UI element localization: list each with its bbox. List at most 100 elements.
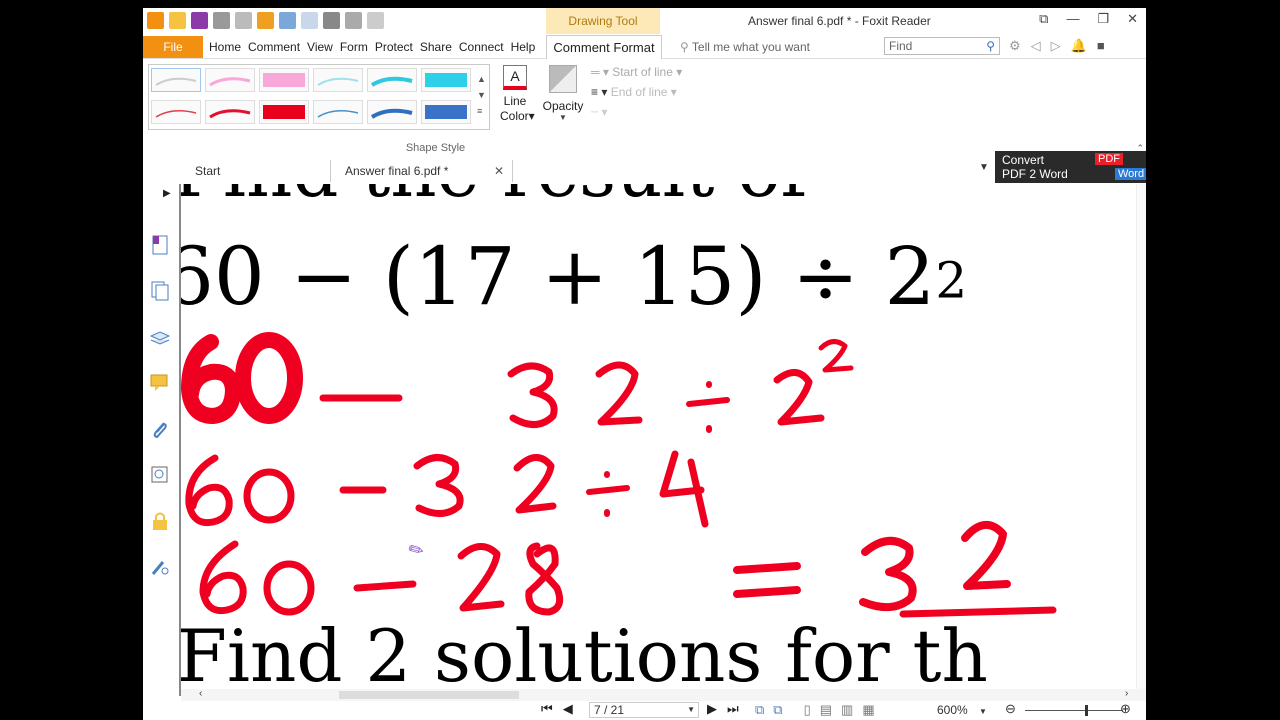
file-menu-button[interactable]: File — [143, 36, 203, 58]
minimize-button[interactable]: — — [1066, 11, 1079, 27]
gallery-scroll-arrows[interactable]: ▲ ▼ ≡ — [477, 71, 486, 119]
scroll-thumb[interactable] — [339, 691, 519, 699]
menu-home[interactable]: Home — [209, 40, 241, 54]
style-swatch[interactable] — [205, 68, 255, 92]
style-swatch[interactable] — [205, 100, 255, 124]
first-page-button[interactable]: ⏮ — [541, 701, 553, 717]
style-swatch[interactable] — [421, 100, 471, 124]
zoom-in-button[interactable]: ⊕ — [1120, 701, 1131, 717]
facing-view-icon[interactable]: ▥ — [841, 702, 853, 718]
close-button[interactable]: ✕ — [1127, 11, 1138, 27]
line-style-dropdown[interactable]: ≡ ▾ End of line ▾ — [591, 85, 721, 105]
pages-icon[interactable] — [149, 280, 171, 302]
zoom-slider[interactable] — [1025, 705, 1123, 716]
scroll-right-arrow[interactable]: › — [1125, 688, 1128, 699]
dash-style-dropdown[interactable]: ┄ ▾ — [591, 105, 721, 125]
find-input[interactable]: Find ⚲ — [884, 37, 1000, 55]
horizontal-scrollbar[interactable]: ‹ › — [181, 688, 1146, 701]
page-number-input[interactable]: 7 / 21 ▼ — [589, 702, 699, 718]
single-page-view-icon[interactable]: ▯ — [804, 702, 811, 718]
continuous-facing-view-icon[interactable]: ▦ — [862, 702, 874, 718]
tab-current-document[interactable]: Answer final 6.pdf * ✕ — [333, 160, 513, 182]
menu-protect[interactable]: Protect — [375, 40, 413, 54]
page-navigation: ⏮ ◀ — [541, 701, 573, 717]
document-page[interactable]: Find the result of 60 − (17 + 15) ÷ 22 — [181, 184, 1146, 689]
select-tool-icon[interactable] — [323, 12, 340, 29]
page-number-text: 7 / 21 — [594, 703, 625, 717]
close-tab-icon[interactable]: ✕ — [494, 160, 504, 182]
word-badge: Word — [1115, 168, 1146, 180]
redo-icon[interactable] — [301, 12, 318, 29]
style-swatch[interactable] — [151, 100, 201, 124]
handwritten-line-1 — [181, 332, 854, 433]
expand-panel-icon[interactable]: ▶ — [163, 188, 171, 199]
hand-tool-icon[interactable] — [367, 12, 384, 29]
menu-connect[interactable]: Connect — [459, 40, 504, 54]
tell-me-search[interactable]: ⚲ Tell me what you want — [680, 40, 810, 54]
page-dropdown-arrow[interactable]: ▼ — [687, 703, 695, 717]
zoom-slider-thumb[interactable] — [1085, 705, 1088, 716]
style-swatch[interactable] — [313, 100, 363, 124]
opacity-button[interactable]: Opacity ▼ — [540, 65, 586, 122]
find-placeholder: Find — [889, 39, 913, 53]
comments-icon[interactable] — [149, 372, 171, 394]
convert-line1: Convert — [1002, 153, 1045, 167]
convert-line2: PDF 2 Word — [1002, 167, 1068, 181]
line-color-button[interactable]: A Line Color▾ — [500, 65, 535, 124]
zoom-dropdown-arrow[interactable]: ▼ — [979, 707, 987, 716]
shape-style-gallery: ▲ ▼ ≡ — [148, 64, 490, 130]
layers-icon[interactable] — [149, 326, 171, 348]
notification-bell-icon[interactable]: 🔔 — [1071, 38, 1087, 54]
style-swatch[interactable] — [259, 100, 309, 124]
bookmarks-icon[interactable] — [149, 234, 171, 256]
next-result-icon[interactable]: ▷ — [1051, 38, 1061, 54]
line-color-icon: A — [503, 65, 527, 90]
style-swatch[interactable] — [151, 68, 201, 92]
next-page-button[interactable]: ▶ — [707, 701, 717, 717]
zoom-level[interactable]: 600% ▼ — [937, 703, 987, 717]
settings-icon[interactable]: ⚙ — [1009, 38, 1021, 54]
zoom-out-button[interactable]: ⊖ — [1005, 701, 1016, 717]
style-swatch[interactable] — [259, 68, 309, 92]
style-swatch[interactable] — [313, 68, 363, 92]
snapshot-icon[interactable] — [345, 12, 362, 29]
last-page-button[interactable]: ⏭ — [727, 701, 739, 717]
print-icon[interactable] — [213, 12, 230, 29]
convert-pdf-to-word-banner[interactable]: Convert PDF 2 Word PDF Word — [995, 151, 1146, 183]
accessibility-icon[interactable] — [149, 556, 171, 578]
restore-ribbon-icon[interactable]: ⧉ — [1039, 11, 1048, 27]
status-bar: ⏮ ◀ 7 / 21 ▼ ▶ ⏭ ⧉ ⧉ ▯ ▤ ▥ ▦ 600% ▼ ⊖ ⊕ — [143, 701, 1146, 720]
previous-page-button[interactable]: ◀ — [563, 701, 573, 717]
signature-icon[interactable] — [149, 464, 171, 486]
start-of-line-dropdown[interactable]: Start of line — [612, 65, 673, 79]
tab-comment-format[interactable]: Comment Format — [546, 35, 662, 59]
previous-view-icon[interactable]: ⧉ — [755, 702, 764, 718]
end-of-line-dropdown[interactable]: End of line — [611, 85, 668, 99]
attachments-icon[interactable] — [149, 418, 171, 440]
next-view-icon[interactable]: ⧉ — [773, 702, 782, 718]
search-icon[interactable]: ⚲ — [986, 38, 995, 54]
page-scroll-indicator[interactable] — [1136, 184, 1146, 689]
user-account-icon[interactable]: ■ — [1097, 38, 1105, 54]
menu-form[interactable]: Form — [340, 40, 368, 54]
maximize-button[interactable]: ❐ — [1097, 11, 1109, 27]
email-icon[interactable] — [235, 12, 252, 29]
tab-list-dropdown[interactable]: ▼ — [979, 162, 989, 173]
continuous-view-icon[interactable]: ▤ — [820, 702, 832, 718]
previous-result-icon[interactable]: ◁ — [1031, 38, 1041, 54]
menu-help[interactable]: Help — [511, 40, 536, 54]
menu-view[interactable]: View — [307, 40, 333, 54]
menu-comment[interactable]: Comment — [248, 40, 300, 54]
undo-icon[interactable] — [279, 12, 296, 29]
save-icon[interactable] — [191, 12, 208, 29]
security-lock-icon[interactable] — [149, 510, 171, 532]
line-width-dropdown[interactable]: ═ ▾ Start of line ▾ — [591, 65, 721, 85]
menu-share[interactable]: Share — [420, 40, 452, 54]
style-swatch[interactable] — [421, 68, 471, 92]
open-icon[interactable] — [169, 12, 186, 29]
scroll-left-arrow[interactable]: ‹ — [199, 688, 202, 699]
style-swatch[interactable] — [367, 100, 417, 124]
new-doc-icon[interactable] — [257, 12, 274, 29]
tab-start[interactable]: Start — [183, 160, 331, 182]
style-swatch[interactable] — [367, 68, 417, 92]
